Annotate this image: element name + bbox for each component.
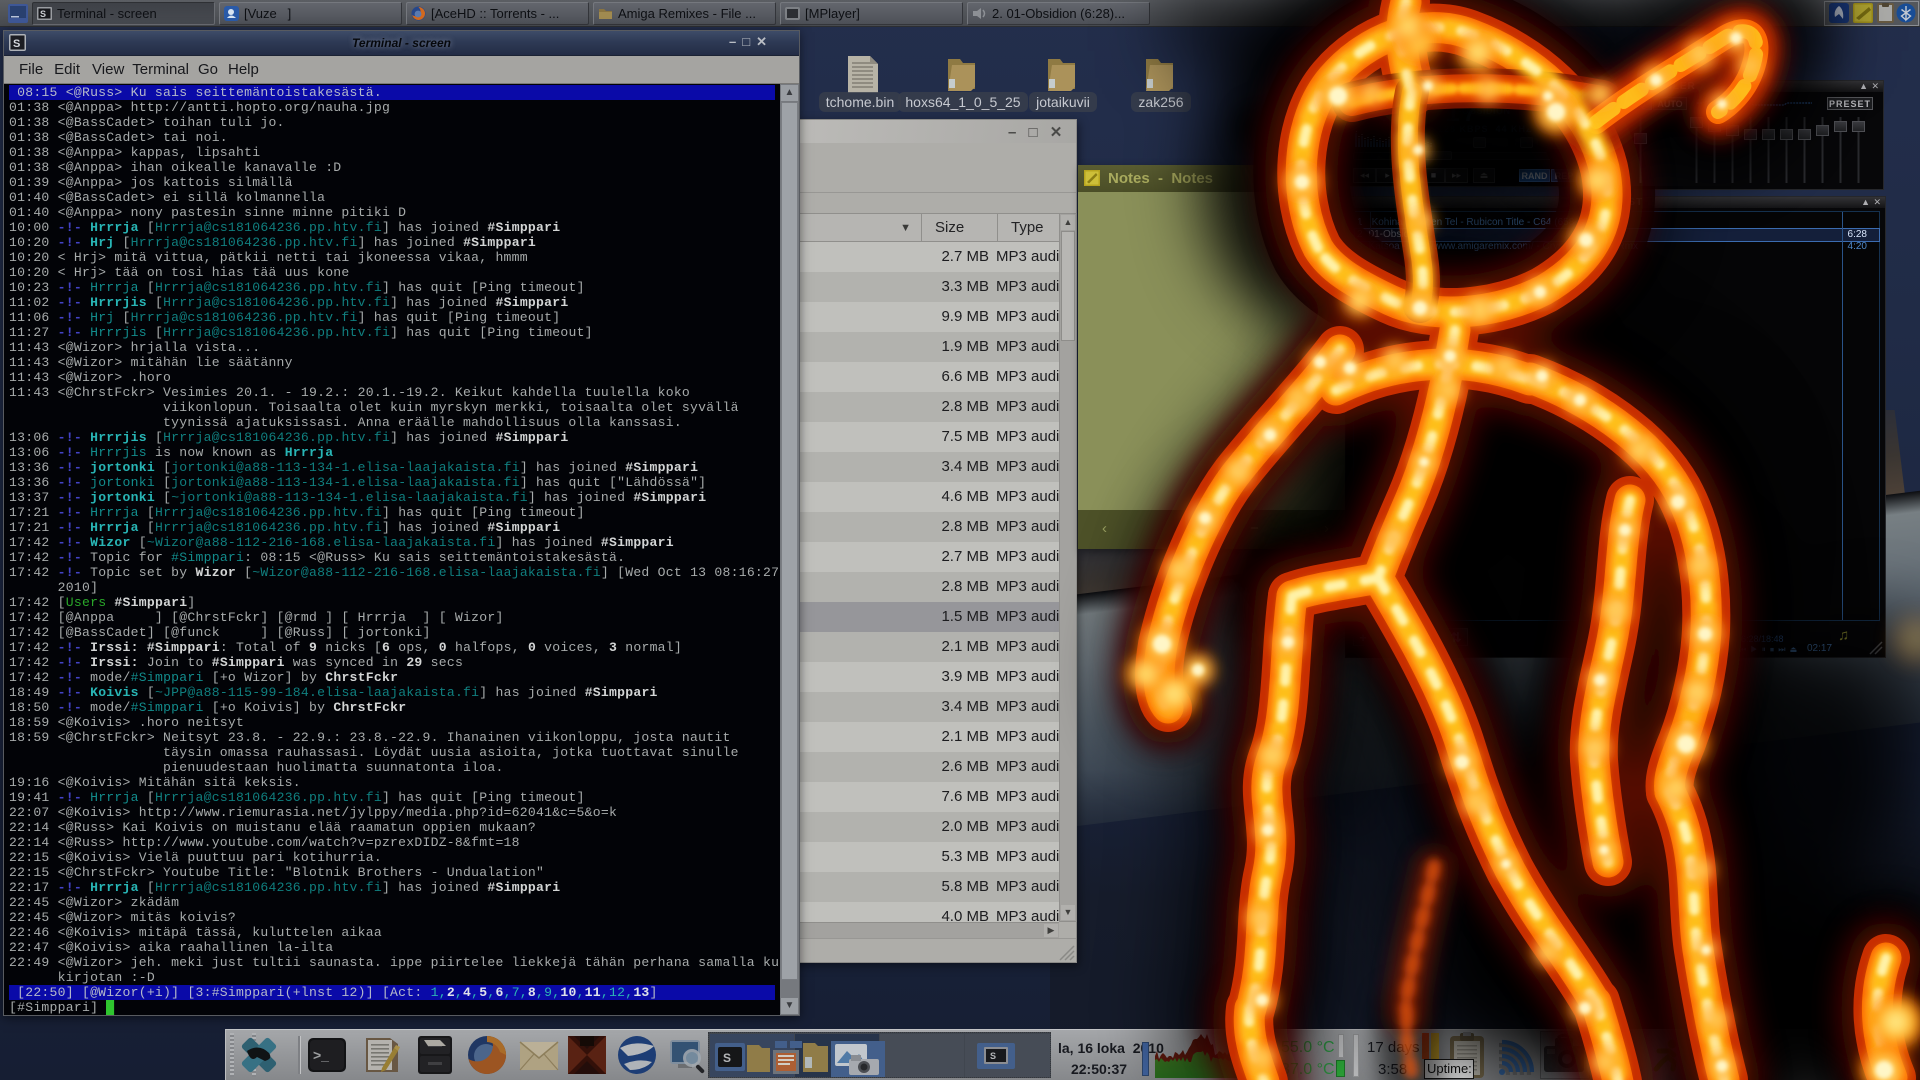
svg-text:S: S [990, 1051, 996, 1061]
svg-text:S: S [40, 9, 46, 19]
svg-text:>_: >_ [313, 1047, 329, 1063]
svg-text:S: S [723, 1051, 731, 1065]
